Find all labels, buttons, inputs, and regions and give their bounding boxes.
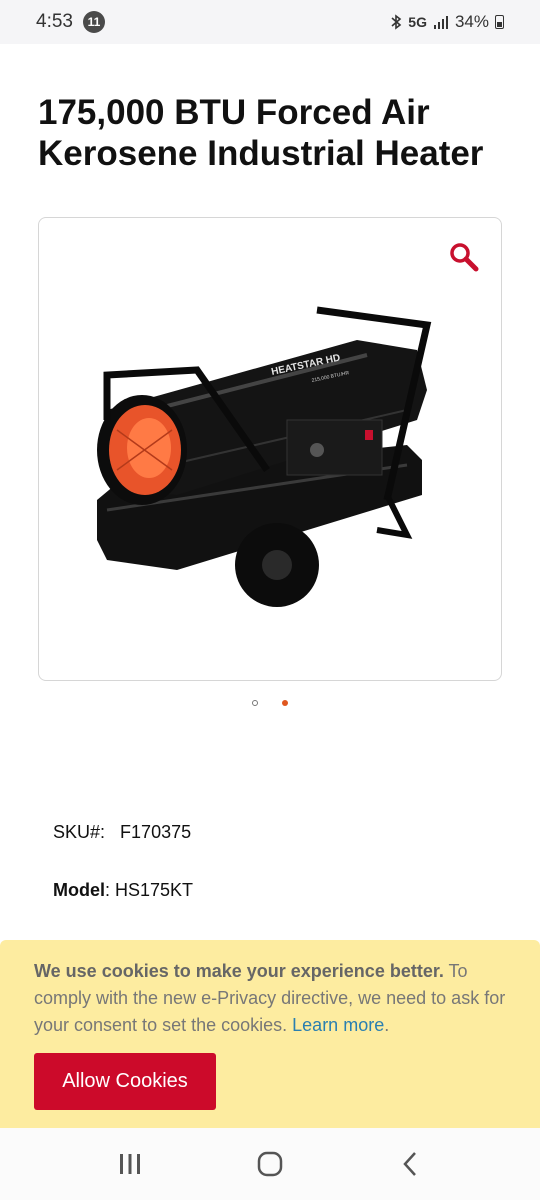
carousel-dot-1[interactable] — [252, 700, 258, 706]
sku-label: SKU#: — [53, 822, 106, 842]
recent-apps-button[interactable] — [110, 1144, 150, 1184]
status-left: 4:53 11 — [36, 11, 105, 33]
cookie-message: We use cookies to make your experience b… — [34, 958, 512, 1039]
home-button[interactable] — [250, 1144, 290, 1184]
model-value: : HS175KT — [105, 880, 194, 900]
product-title: 175,000 BTU Forced Air Kerosene Industri… — [38, 93, 484, 173]
cookie-bold-text: We use cookies to make your experience b… — [34, 961, 444, 981]
carousel-dot-2-active[interactable] — [282, 700, 288, 706]
model-row: Model: HS175KT — [53, 880, 193, 901]
allow-cookies-button[interactable]: Allow Cookies — [34, 1053, 216, 1110]
back-button[interactable] — [390, 1144, 430, 1184]
navigation-bar — [0, 1128, 540, 1200]
cookie-period: . — [384, 1015, 390, 1035]
network-type: 5G — [408, 14, 427, 30]
battery-icon — [495, 15, 504, 29]
status-right: 5G 34% — [390, 12, 504, 32]
product-image-card[interactable]: HEATSTAR HD 215,000 BTU/HR — [38, 217, 502, 681]
status-bar: 4:53 11 5G 34% — [0, 0, 540, 44]
home-icon — [257, 1151, 283, 1177]
signal-icon — [433, 16, 448, 29]
back-icon — [403, 1152, 416, 1176]
zoom-icon[interactable] — [449, 242, 479, 272]
learn-more-link[interactable]: Learn more — [292, 1015, 384, 1035]
heater-product-image: HEATSTAR HD 215,000 BTU/HR — [97, 306, 432, 607]
battery-percent: 34% — [454, 12, 489, 31]
sku-value: F170375 — [120, 822, 192, 842]
bluetooth-icon — [391, 14, 402, 30]
model-label: Model — [53, 880, 105, 900]
status-time: 4:53 — [36, 11, 73, 32]
carousel-dots — [0, 700, 540, 706]
sku-row: SKU#: F170375 — [53, 822, 191, 843]
cookie-banner: We use cookies to make your experience b… — [0, 940, 540, 1128]
recent-apps-icon — [120, 1154, 140, 1174]
notification-count-badge: 11 — [82, 11, 105, 33]
